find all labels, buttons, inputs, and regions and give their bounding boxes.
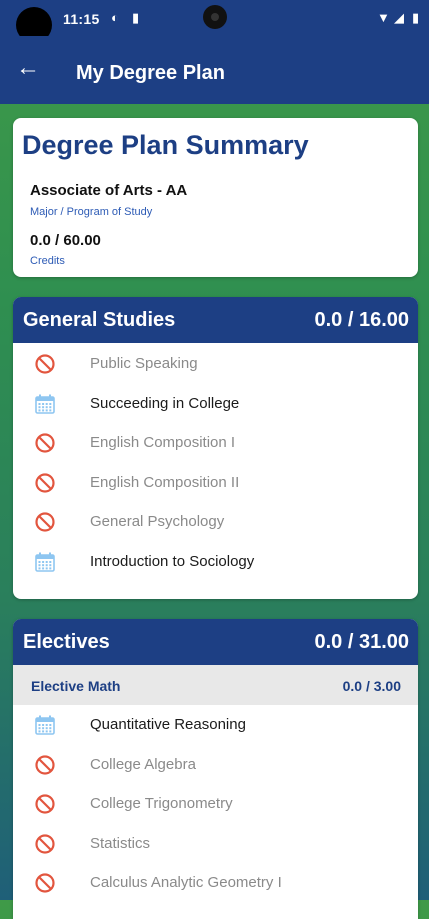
course-label: College Trigonometry [90, 795, 233, 813]
status-bar: 11:15 ◐ ▮ ▼ ◢ ▮ [0, 0, 429, 43]
elective-math-group-header[interactable]: Elective Math 0.0 / 3.00 [13, 665, 418, 705]
total-credits: 0.0 / 60.00 [30, 232, 101, 249]
course-row[interactable]: College Algebra [13, 745, 418, 785]
electives-header[interactable]: Electives 0.0 / 31.00 [13, 619, 418, 665]
course-list: Public Speaking Succeeding in College Engl… [13, 343, 418, 582]
group-title: Elective Math [31, 678, 121, 694]
back-arrow-icon[interactable]: ← [16, 54, 40, 82]
course-label: Quantitative Reasoning [90, 716, 246, 733]
section-credits: 0.0 / 31.00 [314, 631, 409, 653]
course-row[interactable]: Succeeding in College [13, 384, 418, 424]
no-entry-icon [34, 872, 56, 894]
no-entry-icon [34, 432, 56, 454]
battery-icon: ▮ [412, 10, 420, 25]
front-camera [203, 5, 227, 29]
signal-icon: ◢ [394, 10, 404, 25]
no-entry-icon [34, 833, 56, 855]
course-label: English Composition II [90, 473, 240, 491]
course-row[interactable]: Statistics [13, 824, 418, 864]
calendar-icon [34, 714, 56, 736]
course-row[interactable]: Public Speaking [13, 344, 418, 384]
course-label: Public Speaking [90, 355, 198, 372]
course-label: Succeeding in College [90, 394, 240, 412]
no-entry-icon [34, 754, 56, 776]
section-title: Electives [23, 631, 110, 653]
data-saver-icon: ◐ [111, 10, 119, 25]
general-studies-header[interactable]: General Studies 0.0 / 16.00 [13, 297, 418, 343]
program-label: Major / Program of Study [30, 206, 153, 218]
section-credits: 0.0 / 16.00 [314, 309, 409, 331]
electives-card: Electives 0.0 / 31.00 Elective Math 0.0 … [13, 619, 418, 919]
course-label: Introduction to Sociology [90, 552, 255, 570]
course-row[interactable]: Introduction to Sociology [13, 542, 418, 582]
sim-card-icon: ▮ [132, 10, 140, 25]
course-list: Quantitative Reasoning College Algebra Col… [13, 705, 418, 903]
course-label: General Psychology [90, 513, 225, 531]
wifi-icon: ▼ [377, 10, 390, 25]
course-label: Calculus Analytic Geometry I [90, 874, 282, 892]
no-entry-icon [34, 511, 56, 533]
section-title: General Studies [23, 309, 176, 331]
no-entry-icon [34, 793, 56, 815]
credits-label: Credits [30, 255, 65, 267]
course-label: College Algebra [90, 755, 196, 773]
degree-plan-summary-card: Degree Plan Summary Associate of Arts - … [13, 118, 418, 277]
calendar-icon [34, 393, 56, 415]
status-time: 11:15 [63, 11, 100, 27]
course-row[interactable]: College Trigonometry [13, 784, 418, 824]
no-entry-icon [34, 472, 56, 494]
no-entry-icon [34, 353, 56, 375]
group-credits: 0.0 / 3.00 [342, 678, 401, 694]
summary-heading: Degree Plan Summary [22, 130, 309, 160]
course-row[interactable]: Calculus Analytic Geometry I [13, 863, 418, 903]
calendar-icon [34, 551, 56, 573]
course-row[interactable]: English Composition I [13, 423, 418, 463]
program-name: Associate of Arts - AA [30, 182, 188, 199]
course-label: Statistics [90, 834, 151, 852]
course-row[interactable]: English Composition II [13, 463, 418, 503]
page-title: My Degree Plan [76, 62, 225, 84]
general-studies-card: General Studies 0.0 / 16.00 Public Speak… [13, 297, 418, 599]
course-row[interactable]: General Psychology [13, 502, 418, 542]
course-label: English Composition I [90, 434, 236, 452]
app-bar: ← My Degree Plan [0, 36, 429, 104]
course-row[interactable]: Quantitative Reasoning [13, 705, 418, 745]
